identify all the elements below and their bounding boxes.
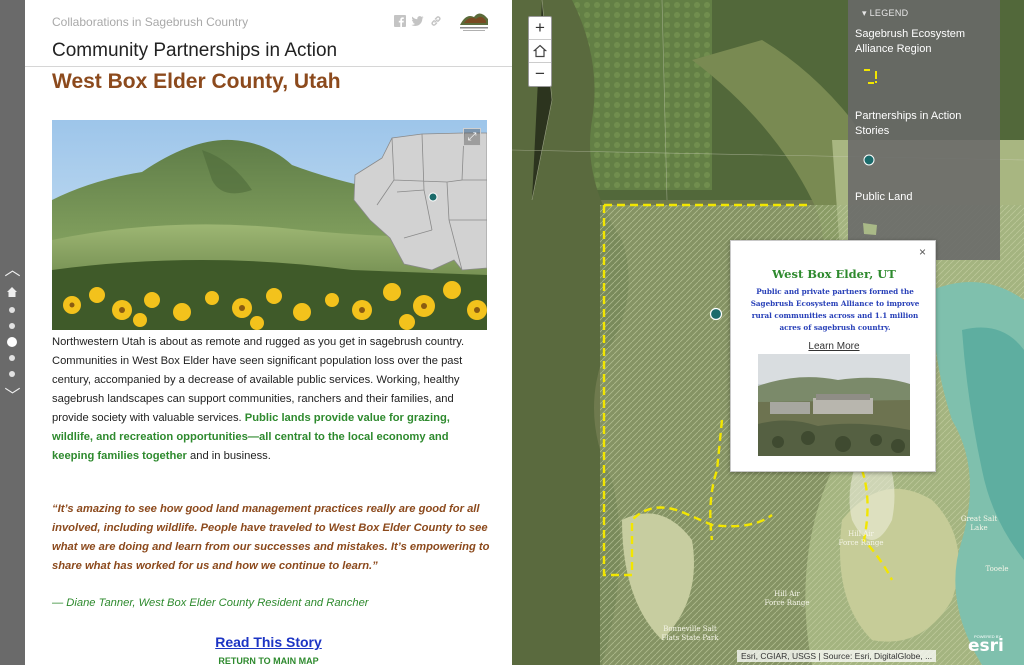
zoom-control: + − [528,16,552,87]
nav-dot-active[interactable] [7,337,17,347]
close-icon[interactable]: × [919,245,926,259]
story-body: Northwestern Utah is about as remote and… [52,333,492,466]
home-icon [532,44,548,58]
public-land-swatch [863,223,877,235]
popup-description: Public and private partners formed the S… [750,287,920,332]
nav-dot[interactable] [9,355,15,361]
nav-dot[interactable] [9,307,15,313]
body-plain: Northwestern Utah is about as remote and… [52,336,465,424]
series-title[interactable]: Collaborations in Sagebrush Country [52,15,248,29]
read-story-link[interactable]: Read This Story [25,634,512,650]
map-label-bonneville: Bonneville Salt Flats State Park [661,625,719,642]
legend-label-alliance-region: Sagebrush Ecosystem Alliance Region [855,28,966,55]
link-icon[interactable] [430,15,442,27]
popup-photo[interactable] [758,354,910,456]
quote-attribution: — Diane Tanner, West Box Elder County Re… [52,597,369,609]
return-to-map-link[interactable]: RETURN TO MAIN MAP [25,656,512,665]
esri-logo[interactable]: esri [968,636,1004,656]
map-label-hill-afb-2: Hill Air Force Range [764,590,810,607]
twitter-icon[interactable] [411,15,424,27]
story-location-marker[interactable] [709,307,723,321]
body-end: and in business. [186,450,271,462]
zoom-out-button[interactable]: − [529,63,551,86]
home-icon[interactable] [6,286,18,298]
story-popup: × West Box Elder, UT Public and private … [730,240,936,472]
legend-panel: ▾ LEGEND Sagebrush Ecosystem Alliance Re… [848,0,1000,260]
map-attribution[interactable]: Esri, CGIAR, USGS | Source: Esri, Digita… [737,650,937,662]
chevron-down-icon[interactable]: ﹀ [3,389,22,405]
map-label-hill-afb: Hill Air Force Range [838,530,884,547]
page-title: Community Partnerships in Action [52,40,338,61]
legend-header[interactable]: ▾ LEGEND [862,8,908,19]
inset-location-marker [428,192,438,202]
header-divider [25,66,512,67]
zoom-in-button[interactable]: + [529,17,551,40]
story-heading: West Box Elder County, Utah [52,70,341,93]
legend-label-partnership-stories: Partnerships in Action Stories [855,110,962,137]
map-label-tooele: Tooele [985,565,1009,573]
learn-more-link[interactable]: Learn More [731,341,937,352]
hero-image: ⤢ [52,120,487,330]
chevron-up-icon[interactable]: ︿ [3,263,22,279]
story-quote: “It’s amazing to see how good land manag… [52,503,490,572]
nav-dot[interactable] [9,371,15,377]
home-extent-button[interactable] [529,40,551,63]
alliance-boundary-swatch [864,69,877,84]
alliance-logo [460,13,488,31]
popup-title: West Box Elder, UT [772,267,896,281]
story-panel: Collaborations in Sagebrush Country Comm… [25,0,512,665]
map-view[interactable]: Great Salt Lake Hill Air Force Range Hil… [512,0,1024,665]
story-marker-swatch [863,154,875,166]
expand-icon[interactable]: ⤢ [463,128,481,146]
map-label-great-salt-lake: Great Salt Lake [960,515,998,532]
facebook-icon[interactable] [394,15,406,27]
nav-dot[interactable] [9,323,15,329]
story-nav-rail: ︿ ﹀ [0,0,25,665]
legend-label-public-land: Public Land [855,191,913,203]
